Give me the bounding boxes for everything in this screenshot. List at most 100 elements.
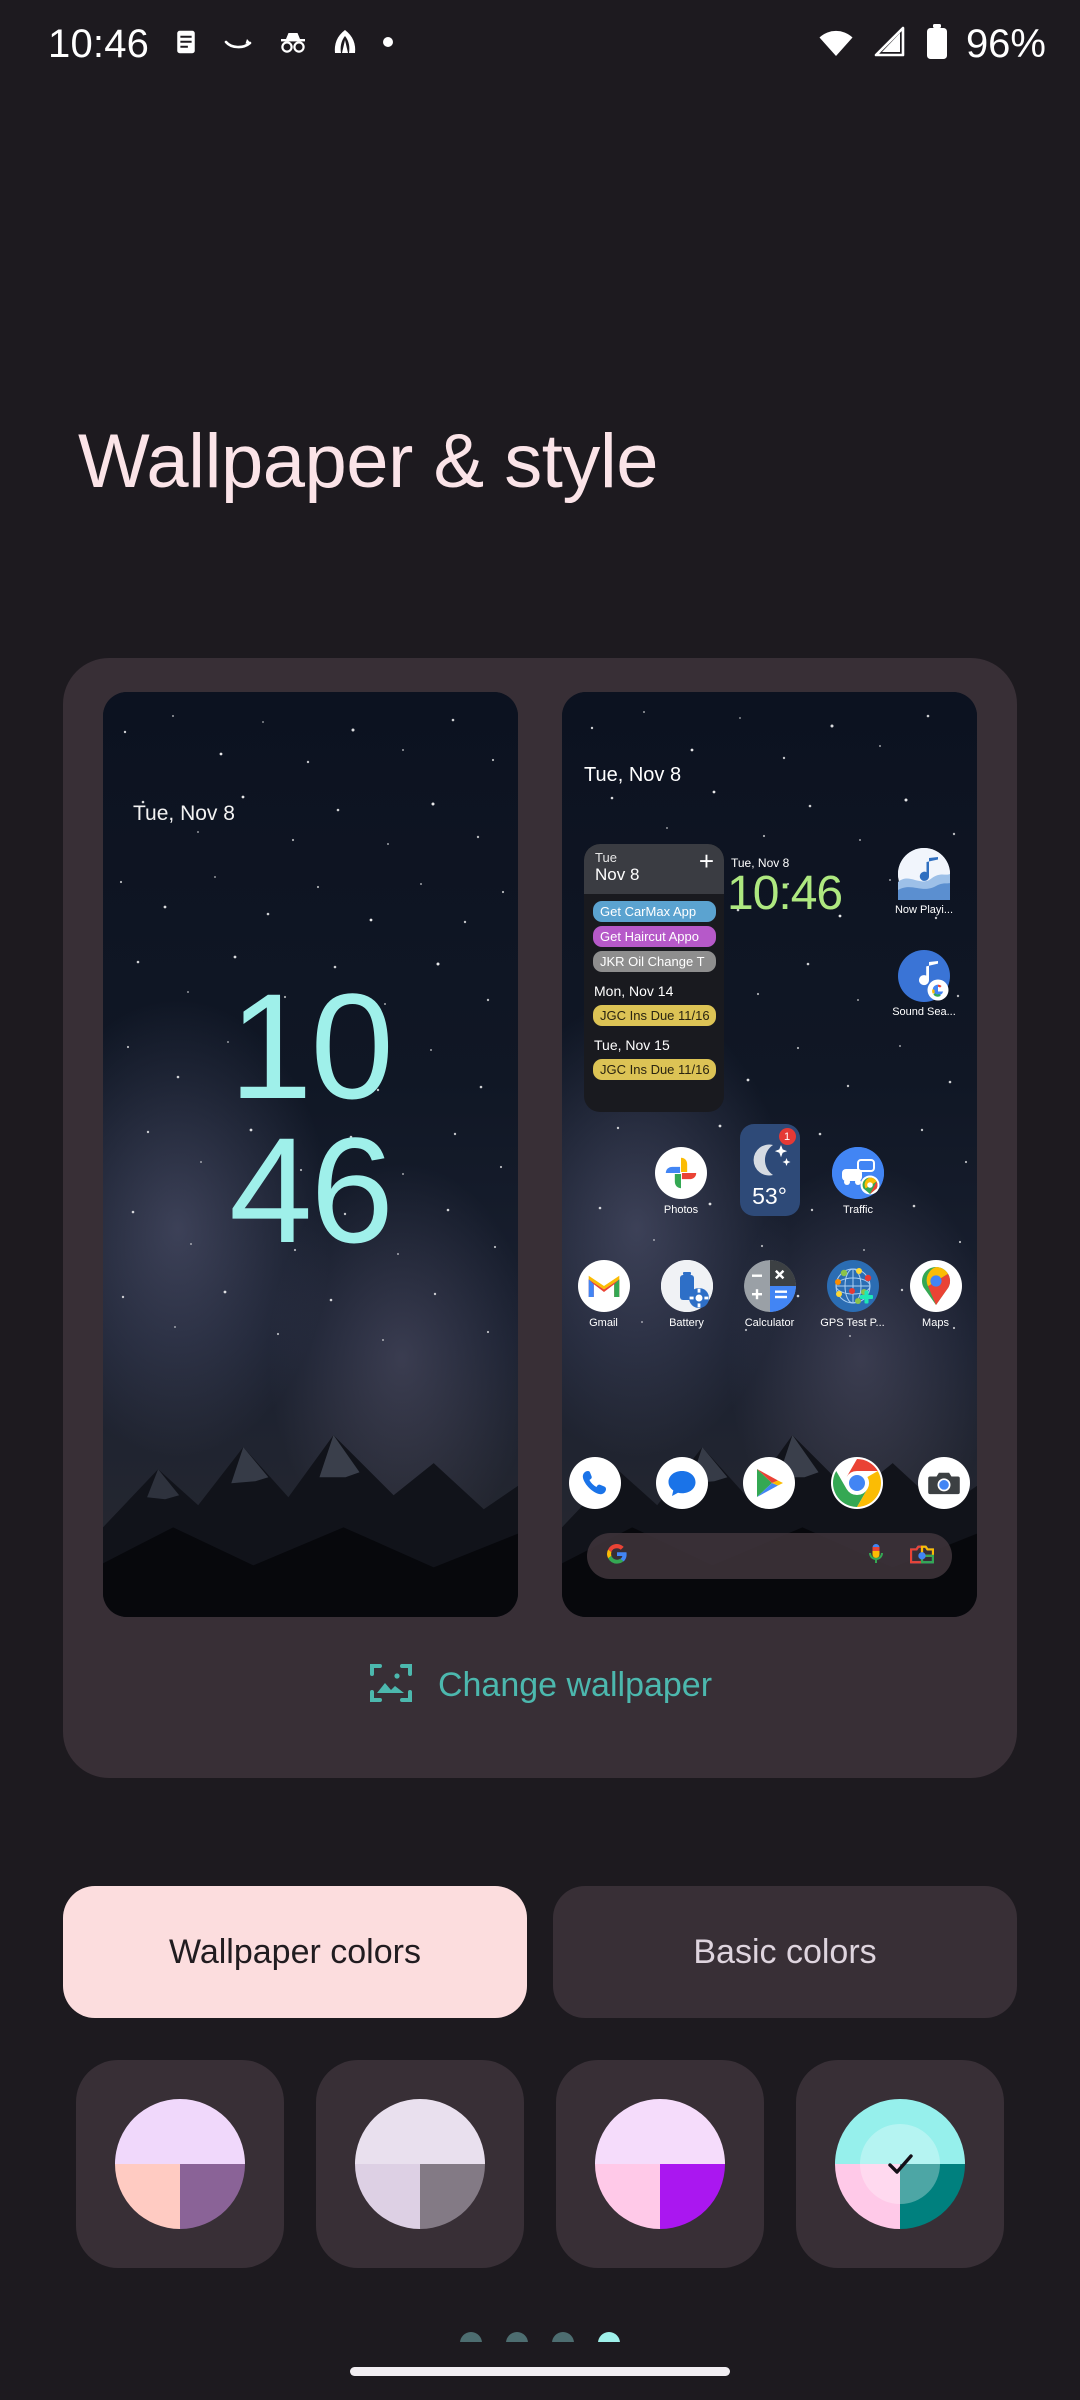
notification-icons	[171, 27, 395, 62]
swatch-bottom-right-color	[420, 2164, 485, 2229]
swatch-bottom-right-color	[660, 2164, 725, 2229]
gmail-icon	[577, 1260, 630, 1312]
lock-screen-clock: 10 46	[103, 962, 518, 1274]
app-gps-test[interactable]: GPS Test P...	[811, 1260, 894, 1329]
traffic-icon	[832, 1147, 884, 1199]
app-photos[interactable]: Photos	[640, 1147, 723, 1216]
app-label: Photos	[663, 1204, 699, 1216]
change-wallpaper-button[interactable]: Change wallpaper	[63, 1660, 1017, 1711]
wallpaper-preview-card: Tue, Nov 8 10 46 Tue, Nov 8 Tue Nov 8 + …	[63, 658, 1017, 1778]
swatch-bottom-right-color	[180, 2164, 245, 2229]
app-traffic[interactable]: Traffic	[817, 1147, 900, 1216]
incognito-icon	[277, 28, 309, 61]
tab-wallpaper-colors[interactable]: Wallpaper colors	[63, 1886, 527, 2018]
status-bar-clock: 10:46	[48, 21, 150, 66]
google-maps-icon	[909, 1260, 962, 1312]
battery-icon	[924, 23, 950, 66]
play-store-icon[interactable]	[743, 1457, 796, 1509]
swatch-color-circle	[115, 2099, 245, 2229]
swatch-2[interactable]	[316, 2060, 524, 2268]
calendar-header-date: Nov 8	[595, 865, 640, 885]
app-gmail[interactable]: Gmail	[562, 1260, 645, 1329]
now-playing-icon	[898, 848, 950, 900]
battery-percent-label: 96%	[965, 21, 1046, 66]
calendar-widget-header: Tue Nov 8 +	[584, 844, 724, 894]
app-now-playing[interactable]: Now Playi...	[881, 848, 967, 916]
google-lens-icon[interactable]	[909, 1543, 935, 1570]
app-label: Battery	[669, 1317, 704, 1329]
mountain-silhouette	[103, 1434, 518, 1617]
check-icon	[860, 2124, 940, 2204]
app-label: Gmail	[589, 1317, 618, 1329]
weather-widget[interactable]: 1 53°	[725, 1124, 815, 1216]
home-side-apps: Now Playi... Sound Sea...	[881, 844, 967, 1018]
weather-widget-icon: 1 53°	[739, 1124, 800, 1216]
google-photos-icon	[655, 1147, 707, 1199]
home-screen-preview[interactable]: Tue, Nov 8 Tue Nov 8 + Get CarMax App Ge…	[562, 692, 977, 1617]
app-label: Now Playi...	[894, 904, 954, 916]
amazon-icon	[223, 29, 255, 60]
swatch-bottom-left-color	[115, 2164, 180, 2229]
lock-screen-preview[interactable]: Tue, Nov 8 10 46	[103, 692, 518, 1617]
tab-basic-colors[interactable]: Basic colors	[553, 1886, 1017, 2018]
weather-temperature: 53°	[752, 1183, 787, 1209]
swatch-top-color	[595, 2099, 725, 2164]
navigation-bar	[0, 2342, 1080, 2400]
dot-icon	[381, 35, 395, 54]
calendar-event-chip[interactable]: Get CarMax App	[593, 900, 716, 922]
swatch-1[interactable]	[76, 2060, 284, 2268]
calendar-event-chip[interactable]: Get Haircut Appo	[593, 925, 716, 947]
swatch-color-circle	[595, 2099, 725, 2229]
calendar-section-day: Mon, Nov 14	[594, 982, 674, 999]
change-wallpaper-label: Change wallpaper	[437, 1666, 713, 1704]
calendar-event-chip[interactable]: JGC Ins Due 11/16	[593, 1058, 716, 1080]
lock-clock-hours: 10	[229, 962, 394, 1130]
calendar-section-day: Tue, Nov 15	[594, 1036, 670, 1053]
home-clock-widget[interactable]: Tue, Nov 8 10:46	[727, 856, 877, 918]
swatch-top-color	[115, 2099, 245, 2164]
home-widget-row: Tue Nov 8 + Get CarMax App Get Haircut A…	[562, 844, 977, 1114]
image-crop-icon	[368, 1660, 414, 1711]
calendar-widget[interactable]: Tue Nov 8 + Get CarMax App Get Haircut A…	[584, 844, 724, 1112]
battery-app-icon	[660, 1260, 713, 1312]
status-bar-left: 10:46	[48, 22, 395, 67]
phone-icon[interactable]	[568, 1457, 621, 1509]
lock-screen-date: Tue, Nov 8	[133, 802, 235, 825]
lock-clock-minutes: 46	[229, 1106, 394, 1274]
calendar-widget-body: Get CarMax App Get Haircut Appo JKR Oil …	[584, 894, 724, 1080]
calendar-event-chip[interactable]: JKR Oil Change T	[593, 950, 716, 972]
status-bar-right: 96%	[816, 22, 1046, 67]
gps-test-icon	[826, 1260, 879, 1312]
app-icon	[331, 28, 359, 61]
app-label: Traffic	[843, 1204, 873, 1216]
app-maps[interactable]: Maps	[894, 1260, 977, 1329]
calendar-add-icon[interactable]: +	[699, 848, 714, 874]
swatch-bottom-left-color	[595, 2164, 660, 2229]
camera-icon[interactable]	[918, 1457, 971, 1509]
app-sound-search[interactable]: Sound Sea...	[881, 950, 967, 1018]
microphone-icon[interactable]	[866, 1542, 886, 1571]
swatch-top-color	[355, 2099, 485, 2164]
swatch-color-circle	[355, 2099, 485, 2229]
messages-icon[interactable]	[656, 1457, 709, 1509]
weather-badge: 1	[778, 1128, 796, 1145]
home-gesture-pill[interactable]	[350, 2366, 730, 2376]
app-calculator[interactable]: Calculator	[728, 1260, 811, 1329]
wallpaper-and-style-screen: 10:46 96% Wallpaper & style Tue, Nov 8 1…	[0, 0, 1080, 2400]
swatch-3[interactable]	[556, 2060, 764, 2268]
page-title: Wallpaper & style	[78, 419, 659, 504]
app-label: Sound Sea...	[892, 1006, 956, 1018]
home-dock	[562, 1457, 977, 1509]
sound-search-icon	[898, 950, 950, 1002]
swatch-4[interactable]	[796, 2060, 1004, 2268]
preview-phones: Tue, Nov 8 10 46 Tue, Nov 8 Tue Nov 8 + …	[103, 692, 977, 1617]
cellular-signal-icon	[872, 25, 908, 64]
chrome-icon[interactable]	[830, 1457, 883, 1509]
google-search-bar[interactable]	[587, 1533, 952, 1579]
calendar-event-chip[interactable]: JGC Ins Due 11/16	[593, 1004, 716, 1026]
app-battery[interactable]: Battery	[645, 1260, 728, 1329]
color-source-tabs: Wallpaper colors Basic colors	[63, 1886, 1017, 2018]
home-clock-time: 10:46	[727, 867, 843, 920]
home-row-apps: Gmail Battery Calculator GPS Test P... M…	[562, 1260, 977, 1329]
home-row-weather: Photos 1 53° Traffic	[562, 1124, 977, 1216]
